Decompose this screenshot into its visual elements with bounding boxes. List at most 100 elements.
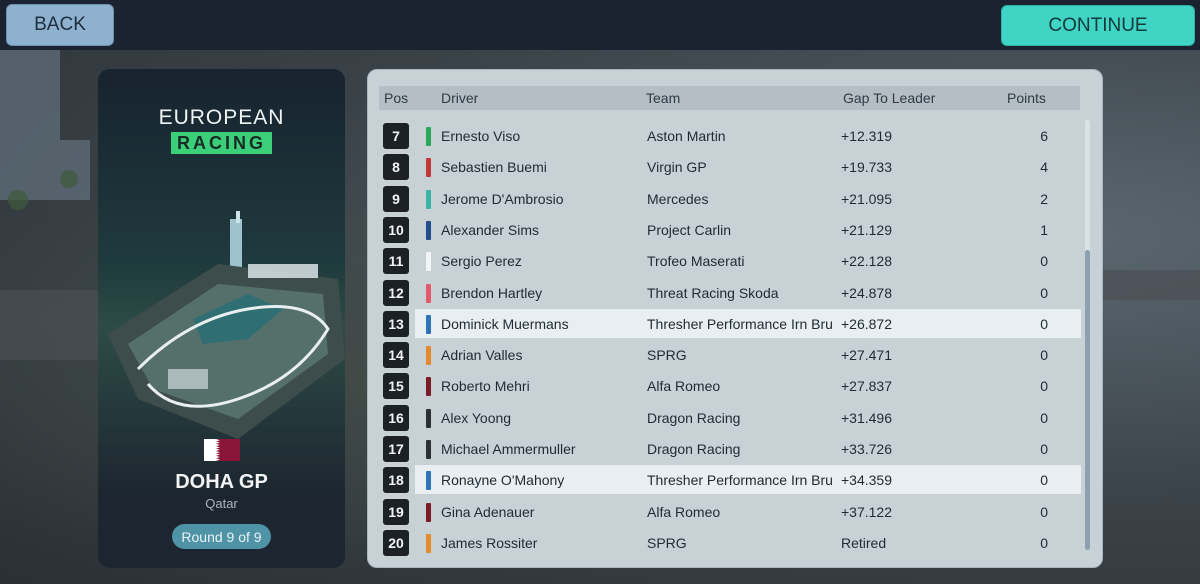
points-value: 6 — [1040, 128, 1048, 144]
points-value: 2 — [1040, 190, 1048, 207]
gap-to-leader: +21.095 — [841, 190, 892, 207]
result-row[interactable]: 10 Alexander Sims Project Carlin +21.129 1 — [383, 215, 1081, 244]
gap-to-leader: Retired — [841, 534, 887, 551]
team-color-stripe — [426, 283, 431, 303]
gap-to-leader: +12.319 — [841, 128, 892, 144]
team-name: Mercedes — [647, 190, 709, 207]
driver-name: Jerome D'Ambrosio — [441, 190, 564, 207]
result-row[interactable]: 13 Dominick Muermans Thresher Performance … — [383, 308, 1081, 338]
driver-name: James Rossiter — [441, 534, 538, 551]
gap-to-leader: +27.471 — [841, 347, 892, 364]
driver-name: Alex Yoong — [441, 409, 512, 426]
points-value: 0 — [1040, 378, 1048, 395]
gap-to-leader: +24.878 — [841, 284, 892, 301]
gap-to-leader: +31.496 — [841, 409, 892, 426]
gap-to-leader: +19.733 — [841, 159, 892, 176]
result-row[interactable]: 7 Ernesto Viso Aston Martin +12.319 6 — [383, 121, 1081, 150]
team-color-stripe — [426, 440, 431, 459]
gap-to-leader: +33.726 — [841, 441, 892, 457]
team-name: Dragon Racing — [647, 409, 741, 426]
gap-to-leader: +26.872 — [841, 315, 892, 332]
header-team: Team — [646, 90, 681, 106]
points-value: 1 — [1040, 221, 1048, 238]
header-driver: Driver — [441, 90, 479, 106]
team-color-stripe — [426, 158, 431, 178]
driver-name: Brendon Hartley — [441, 284, 543, 301]
event-card: EUROPEAN RACING DOHA GP Qatar Round 9 of… — [98, 69, 345, 568]
points-value: 0 — [1040, 409, 1048, 426]
team-name: Thresher Performance Irn Bru — [647, 472, 833, 489]
grand-prix-country: Qatar — [205, 496, 238, 511]
result-row[interactable]: 19 Gina Adenauer Alfa Romeo +37.122 0 — [383, 497, 1081, 526]
result-row[interactable]: 18 Ronayne O'Mahony Thresher Performance I… — [383, 465, 1081, 495]
position-badge: 11 — [383, 248, 409, 275]
team-name: SPRG — [647, 347, 687, 364]
grand-prix-name: DOHA GP — [175, 471, 268, 493]
points-value: 0 — [1040, 284, 1048, 301]
back-button[interactable]: BACK — [6, 4, 114, 46]
header-points: Points — [1007, 90, 1046, 106]
scrollbar-thumb[interactable] — [1085, 250, 1090, 550]
results-panel: Pos Driver Team Gap To Leader Points 7 Er… — [367, 69, 1103, 568]
result-row[interactable]: 16 Alex Yoong Dragon Racing +31.496 0 — [383, 403, 1081, 432]
team-name: Alfa Romeo — [647, 503, 721, 520]
team-name: Thresher Performance Irn Bru — [647, 315, 833, 332]
team-color-stripe — [426, 314, 431, 334]
gap-to-leader: +27.837 — [841, 378, 892, 395]
driver-name: Ronayne O'Mahony — [441, 472, 565, 489]
driver-name: Dominick Muermans — [441, 315, 569, 332]
result-row[interactable]: 17 Michael Ammermuller Dragon Racing +33.72… — [383, 434, 1081, 463]
driver-name: Ernesto Viso — [441, 128, 521, 144]
team-color-stripe — [426, 189, 431, 209]
gap-to-leader: +34.359 — [841, 472, 892, 489]
road — [1103, 270, 1200, 300]
team-color-stripe — [426, 533, 431, 553]
team-name: Dragon Racing — [647, 441, 741, 457]
driver-name: Sergio Perez — [441, 253, 522, 270]
result-row[interactable]: 11 Sergio Perez Trofeo Maserati +22.128 0 — [383, 246, 1081, 275]
qatar-flag-icon — [204, 439, 240, 461]
driver-name: Gina Adenauer — [441, 503, 535, 520]
position-badge: 10 — [383, 216, 409, 243]
position-badge: 12 — [383, 279, 409, 306]
team-name: SPRG — [647, 534, 687, 551]
round-badge: Round 9 of 9 — [172, 524, 271, 549]
building — [0, 50, 60, 200]
gap-to-leader: +22.128 — [841, 253, 892, 270]
result-row[interactable]: 20 James Rossiter SPRG Retired 0 — [383, 528, 1081, 557]
team-name: Aston Martin — [647, 128, 726, 144]
position-badge: 15 — [383, 373, 409, 400]
position-badge: 20 — [383, 529, 409, 556]
driver-name: Roberto Mehri — [441, 378, 530, 395]
results-table-header: Pos Driver Team Gap To Leader Points — [379, 86, 1080, 110]
points-value: 0 — [1040, 472, 1048, 489]
points-value: 0 — [1040, 441, 1048, 457]
team-color-stripe — [426, 471, 431, 491]
continue-button[interactable]: CONTINUE — [1001, 5, 1195, 46]
driver-name: Sebastien Buemi — [441, 159, 547, 176]
result-row[interactable]: 8 Sebastien Buemi Virgin GP +19.733 4 — [383, 152, 1081, 181]
team-name: Trofeo Maserati — [647, 253, 745, 270]
position-badge: 19 — [383, 498, 409, 525]
team-color-stripe — [426, 502, 431, 522]
points-value: 0 — [1040, 347, 1048, 364]
logo-text-bottom: RACING — [171, 132, 272, 154]
driver-name: Alexander Sims — [441, 221, 540, 238]
tree — [8, 190, 28, 210]
points-value: 4 — [1040, 159, 1048, 176]
team-name: Virgin GP — [647, 159, 707, 176]
result-row[interactable]: 15 Roberto Mehri Alfa Romeo +27.837 0 — [383, 371, 1081, 400]
result-row[interactable]: 9 Jerome D'Ambrosio Mercedes +21.095 2 — [383, 184, 1081, 213]
team-name: Project Carlin — [647, 221, 732, 238]
result-row[interactable]: 14 Adrian Valles SPRG +27.471 0 — [383, 340, 1081, 369]
position-badge: 14 — [383, 342, 409, 369]
driver-name: Adrian Valles — [441, 347, 523, 364]
results-list[interactable]: 7 Ernesto Viso Aston Martin +12.319 6 8 Sebast… — [368, 119, 1088, 564]
points-value: 0 — [1040, 534, 1048, 551]
position-badge: 17 — [383, 436, 409, 462]
result-row[interactable]: 12 Brendon Hartley Threat Racing Skoda +24.… — [383, 278, 1081, 307]
header-pos: Pos — [384, 90, 409, 106]
team-color-stripe — [426, 127, 431, 146]
points-value: 0 — [1040, 315, 1048, 332]
gap-to-leader: +37.122 — [841, 503, 892, 520]
